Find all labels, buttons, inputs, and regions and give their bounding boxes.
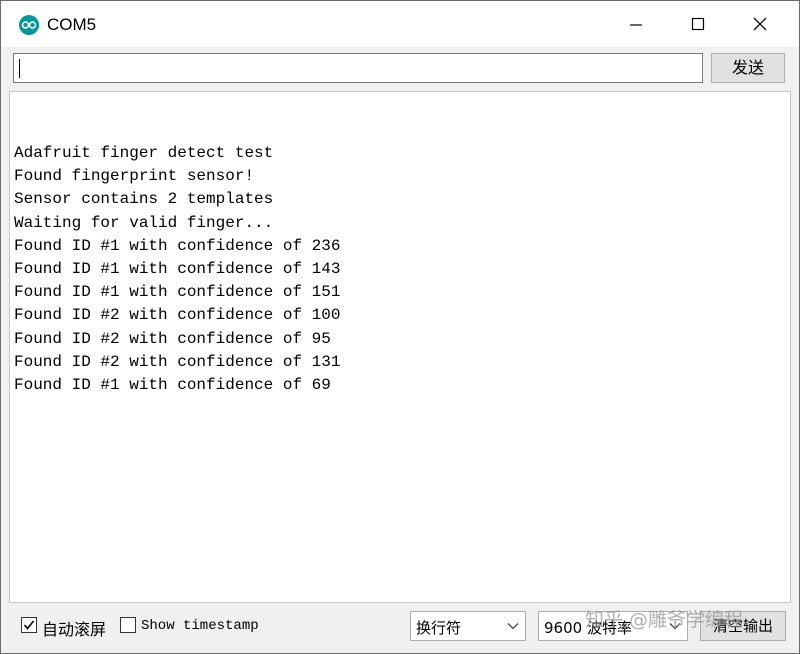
chevron-down-icon [669, 623, 681, 630]
output-line: Waiting for valid finger... [14, 213, 274, 232]
close-icon [753, 17, 767, 31]
output-line: Found ID #1 with confidence of 151 [14, 283, 341, 302]
send-toolbar: 发送 [1, 47, 799, 91]
minimize-button[interactable] [607, 1, 667, 47]
send-input[interactable] [13, 53, 703, 83]
timestamp-label[interactable]: Show timestamp [141, 618, 259, 634]
timestamp-checkbox[interactable] [120, 617, 136, 633]
text-caret [19, 59, 20, 78]
checkmark-icon [23, 620, 35, 630]
minimize-icon [630, 24, 642, 26]
clear-output-button[interactable]: 清空输出 [700, 611, 786, 641]
autoscroll-label[interactable]: 自动滚屏 [42, 616, 106, 640]
output-line: Found ID #1 with confidence of 143 [14, 259, 341, 278]
output-lines: Adafruit finger detect test Found finger… [14, 142, 340, 397]
autoscroll-checkbox[interactable] [21, 617, 37, 633]
output-line: Found ID #1 with confidence of 69 [14, 375, 331, 394]
output-line: Found ID #2 with confidence of 95 [14, 329, 331, 348]
maximize-button[interactable] [669, 1, 729, 47]
line-ending-select[interactable]: 换行符 [410, 611, 526, 641]
title-bar[interactable]: COM5 [1, 1, 799, 47]
baud-rate-select[interactable]: 9600 波特率 [538, 611, 688, 641]
output-line: Found ID #1 with confidence of 236 [14, 236, 341, 255]
maximize-icon [691, 17, 705, 31]
close-button[interactable] [731, 1, 791, 47]
output-line: Found ID #2 with confidence of 100 [14, 306, 341, 325]
output-line: Found ID #2 with confidence of 131 [14, 352, 341, 371]
send-button[interactable]: 发送 [711, 53, 785, 83]
chevron-down-icon [507, 623, 519, 630]
serial-output[interactable]: Adafruit finger detect test Found finger… [9, 91, 791, 603]
window-title: COM5 [47, 15, 97, 34]
arduino-icon [19, 15, 39, 35]
baud-rate-value: 9600 波特率 [544, 619, 632, 637]
line-ending-value: 换行符 [416, 619, 462, 637]
status-bar: 自动滚屏 Show timestamp 换行符 9600 波特率 清空输出 [1, 603, 799, 653]
serial-monitor-window: COM5 发送 Adafruit finger detect test Foun… [0, 0, 800, 654]
output-line: Found fingerprint sensor! [14, 167, 255, 186]
output-line: Sensor contains 2 templates [14, 190, 274, 209]
output-line: Adafruit finger detect test [14, 144, 274, 162]
